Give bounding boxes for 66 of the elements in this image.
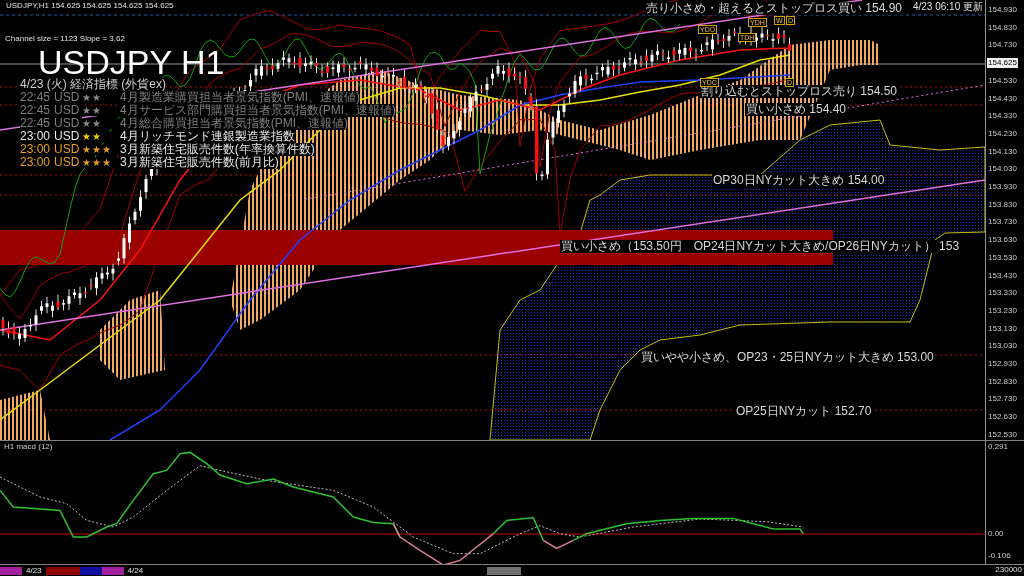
date-label: 4/24: [126, 565, 145, 576]
price-label: 153.530: [987, 252, 1018, 263]
price-label: 152.530: [987, 429, 1018, 440]
price-label: 153.730: [987, 217, 1018, 228]
price-label: 153.930: [987, 182, 1018, 193]
event-title: 4月サービス部門購買担当者景気指数(PMI、速報値): [120, 104, 396, 117]
price-label: 153.330: [987, 288, 1018, 299]
event-time: 22:45: [20, 104, 54, 117]
update-time-text: 4/23 06:10 更新: [912, 1, 983, 12]
time-axis-label: 230000: [995, 565, 1022, 575]
symbol-price-header: USDJPY,H1 154.625 154.625 154.625 154.625: [6, 1, 174, 10]
events-heading: 4/23 (火) 経済指標 (外貨ex): [20, 78, 166, 91]
price-level-note: OP25日NYカット 152.70: [735, 405, 873, 418]
price-label: 153.830: [987, 199, 1018, 210]
event-title: 4月リッチモンド連銀製造業指数: [120, 130, 295, 143]
event-currency: USD: [54, 91, 82, 104]
price-label: 152.630: [987, 412, 1018, 423]
indicator-axis-label: 0.291: [988, 442, 1009, 451]
price-label: 154.130: [987, 146, 1018, 157]
chart-title: USDJPY H1: [38, 47, 225, 77]
price-level-note: 買い小さめ 154.40: [745, 103, 848, 116]
price-label: 152.830: [987, 376, 1018, 387]
price-label: 153.630: [987, 235, 1018, 246]
importance-stars: ★★★: [82, 144, 112, 155]
price-label: 152.930: [987, 359, 1018, 370]
event-currency: USD: [54, 156, 82, 169]
price-label: 154.230: [987, 128, 1018, 139]
channel-info-text: Channel size = 1123 Slope = 3.62: [5, 34, 125, 43]
event-currency: USD: [54, 143, 82, 156]
price-level-note: 売り小さめ・超えるとストップロス買い 154.90: [645, 2, 904, 15]
price-label: 153.230: [987, 305, 1018, 316]
event-title: 3月新築住宅販売件数(前月比): [120, 156, 279, 169]
event-currency: USD: [54, 104, 82, 117]
current-price-label: 154.625: [987, 58, 1018, 69]
indicator-axis-label: -0.106: [988, 551, 1011, 560]
event-title: 4月製造業購買担当者景気指数(PMI、速報値): [120, 91, 360, 104]
price-label: 154.830: [987, 22, 1018, 33]
price-level-note: OP30日NYカット大きめ 154.00: [712, 174, 886, 187]
importance-stars: ★★: [82, 92, 102, 103]
indicator-title: H1 macd (12): [4, 442, 53, 451]
price-label: 154.530: [987, 75, 1018, 86]
price-label: 153.430: [987, 270, 1018, 281]
indicator-axis-label: 0.00: [988, 529, 1004, 538]
importance-stars: ★★: [82, 105, 102, 116]
price-label: 153.030: [987, 341, 1018, 352]
price-label: 154.030: [987, 164, 1018, 175]
event-title: 3月新築住宅販売件数(年率換算件数): [120, 143, 315, 156]
price-label: 152.730: [987, 394, 1018, 405]
price-level-note: 買いやや小さめ、OP23・25日NYカット大きめ 153.00: [640, 351, 935, 364]
session-marker: [101, 566, 124, 575]
price-label: 154.330: [987, 111, 1018, 122]
importance-stars: ★★: [82, 118, 102, 129]
price-label: 153.130: [987, 323, 1018, 334]
event-title: 4月総合購買担当者景気指数(PMI、速報値): [120, 117, 348, 130]
scroll-marker: [487, 566, 522, 575]
session-marker: [0, 566, 22, 575]
price-label: 154.930: [987, 5, 1018, 15]
price-label: 154.430: [987, 93, 1018, 104]
importance-stars: ★★: [82, 131, 102, 142]
price-label: 154.730: [987, 40, 1018, 51]
price-level-note: 買い小さめ（153.50円 OP24日NYカット大きめ/OP26日NYカット） 153: [560, 240, 961, 253]
importance-stars: ★★★: [82, 157, 112, 168]
event-time: 22:45: [20, 117, 54, 130]
date-label: 4/23: [25, 565, 43, 576]
event-currency: USD: [54, 117, 82, 130]
event-currency: USD: [54, 130, 82, 143]
